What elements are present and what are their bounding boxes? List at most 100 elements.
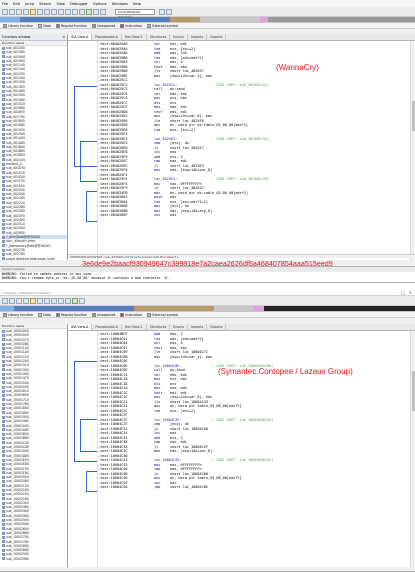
disassembly-listing[interactable]: (WannaCry) .text:004025A8 xor edi, edi .tex… bbox=[98, 41, 410, 260]
hex-icon[interactable] bbox=[44, 297, 50, 304]
function-icon bbox=[2, 364, 5, 368]
menu-help[interactable]: Help bbox=[133, 2, 141, 6]
code-icon[interactable] bbox=[51, 8, 57, 15]
run-icon[interactable] bbox=[72, 297, 78, 304]
tab-ida-view-a[interactable]: IDA View-A bbox=[68, 34, 93, 40]
legend-label: Data bbox=[43, 23, 51, 28]
function-icon bbox=[2, 240, 5, 243]
function-list: sub_401000 sub_401080 sub_4010A0 sub_4010E0… bbox=[0, 46, 67, 260]
branch-arrow bbox=[86, 191, 97, 192]
tab-imports[interactable]: Imports bbox=[188, 324, 208, 330]
xref-icon[interactable] bbox=[166, 8, 172, 15]
string-icon[interactable] bbox=[65, 297, 71, 304]
menu-file[interactable]: File bbox=[2, 2, 8, 6]
stop-icon[interactable] bbox=[100, 8, 106, 15]
string-icon[interactable] bbox=[65, 8, 71, 15]
function-icon bbox=[2, 252, 5, 256]
menu-view[interactable]: View bbox=[56, 2, 65, 6]
search-icon[interactable] bbox=[30, 8, 36, 15]
debugger-select[interactable]: Local Windows debugger bbox=[115, 8, 155, 19]
legend-swatch bbox=[55, 23, 60, 28]
function-icon bbox=[2, 338, 5, 342]
branch-arrow bbox=[74, 166, 97, 167]
maximize-icon[interactable]: □ bbox=[401, 290, 405, 295]
ida-view: IDA View-A Pseudocode-A Hex View-1 Structur… bbox=[68, 324, 415, 567]
legend-data: Data bbox=[38, 312, 51, 317]
function-list-item[interactable]: sub_10002980 bbox=[2, 557, 67, 561]
close-icon[interactable]: ✕ bbox=[409, 290, 412, 295]
function-icon bbox=[2, 81, 5, 85]
function-icon bbox=[2, 115, 5, 119]
struct-icon[interactable] bbox=[72, 8, 78, 15]
back-icon[interactable] bbox=[16, 8, 22, 15]
forward-icon[interactable] bbox=[23, 8, 29, 15]
function-icon bbox=[2, 106, 5, 110]
tab-structures[interactable]: Structures bbox=[147, 34, 171, 40]
tab-hex-view-1[interactable]: Hex View-1 bbox=[122, 34, 147, 40]
legend-regular: Regular function bbox=[55, 23, 87, 28]
tab-hex-view-1[interactable]: Hex View-1 bbox=[122, 324, 147, 330]
nav-seg-code bbox=[14, 306, 134, 311]
tab-enums[interactable]: Enums bbox=[170, 34, 189, 40]
disassembly-listing[interactable]: (Symantec.Contopee / Lazaus Group) .text… bbox=[98, 331, 410, 567]
code-address: .text:10004C56 bbox=[98, 485, 128, 489]
tab-exports[interactable]: Exports bbox=[207, 324, 227, 330]
branch-arrows-gutter bbox=[68, 331, 98, 567]
tab-ida-view-a[interactable]: IDA View-A bbox=[68, 324, 93, 330]
stop-icon[interactable] bbox=[79, 297, 85, 304]
function-icon bbox=[2, 518, 5, 522]
text-icon[interactable] bbox=[37, 297, 43, 304]
back-icon[interactable] bbox=[16, 297, 22, 304]
forward-icon[interactable] bbox=[23, 297, 29, 304]
data-icon[interactable] bbox=[58, 297, 64, 304]
code-icon[interactable] bbox=[51, 297, 57, 304]
vertical-scrollbar[interactable] bbox=[410, 41, 415, 260]
search-icon[interactable] bbox=[30, 297, 36, 304]
save-icon[interactable] bbox=[9, 297, 15, 304]
hex-icon[interactable] bbox=[44, 8, 50, 15]
tab-exports[interactable]: Exports bbox=[207, 34, 227, 40]
menu-edit[interactable]: Edit bbox=[13, 2, 20, 6]
function-icon bbox=[2, 484, 5, 488]
tab-structures[interactable]: Structures bbox=[147, 324, 171, 330]
code-mnemonic: jmp bbox=[154, 485, 161, 489]
tab-enums[interactable]: Enums bbox=[170, 324, 189, 330]
code-line[interactable]: .text:0040260F inc edi bbox=[98, 213, 410, 218]
code-mnemonic: inc bbox=[154, 213, 161, 217]
run-icon[interactable] bbox=[86, 8, 92, 15]
open-icon[interactable] bbox=[2, 297, 8, 304]
function-icon bbox=[2, 175, 5, 179]
code-line[interactable]: .text:10004C56 jmp short loc_10004C0E bbox=[98, 485, 410, 490]
open-icon[interactable] bbox=[2, 8, 8, 15]
function-icon bbox=[2, 557, 5, 561]
branch-arrows-gutter bbox=[68, 41, 98, 260]
menu-options[interactable]: Options bbox=[93, 2, 107, 6]
function-icon bbox=[2, 231, 5, 235]
nav-seg-external bbox=[260, 17, 268, 22]
legend-external: External symbol bbox=[147, 23, 178, 28]
data-icon[interactable] bbox=[58, 8, 64, 15]
close-icon[interactable]: ✕ bbox=[62, 34, 65, 40]
function-icon bbox=[2, 72, 5, 76]
function-icon bbox=[2, 201, 5, 205]
function-icon bbox=[2, 488, 5, 492]
function-icon bbox=[2, 119, 5, 123]
vertical-scrollbar[interactable] bbox=[410, 331, 415, 567]
menu-search[interactable]: Search bbox=[39, 2, 51, 6]
tab-pseudocode-a[interactable]: Pseudocode-A bbox=[92, 34, 122, 40]
graph-icon[interactable] bbox=[159, 8, 165, 15]
text-icon[interactable] bbox=[37, 8, 43, 15]
menu-windows[interactable]: Windows bbox=[112, 2, 128, 6]
save-icon[interactable] bbox=[9, 8, 15, 15]
function-icon bbox=[2, 381, 5, 385]
sample-tag: (WannaCry) bbox=[276, 63, 319, 72]
enum-icon[interactable] bbox=[79, 8, 85, 15]
legend-swatch bbox=[3, 312, 7, 317]
function-icon bbox=[2, 235, 5, 239]
minimize-icon[interactable]: – bbox=[395, 290, 397, 295]
menu-jump[interactable]: Jump bbox=[25, 2, 34, 6]
tab-pseudocode-a[interactable]: Pseudocode-A bbox=[92, 324, 122, 330]
pause-icon[interactable] bbox=[93, 8, 99, 15]
menu-debugger[interactable]: Debugger bbox=[70, 2, 88, 6]
tab-imports[interactable]: Imports bbox=[188, 34, 208, 40]
